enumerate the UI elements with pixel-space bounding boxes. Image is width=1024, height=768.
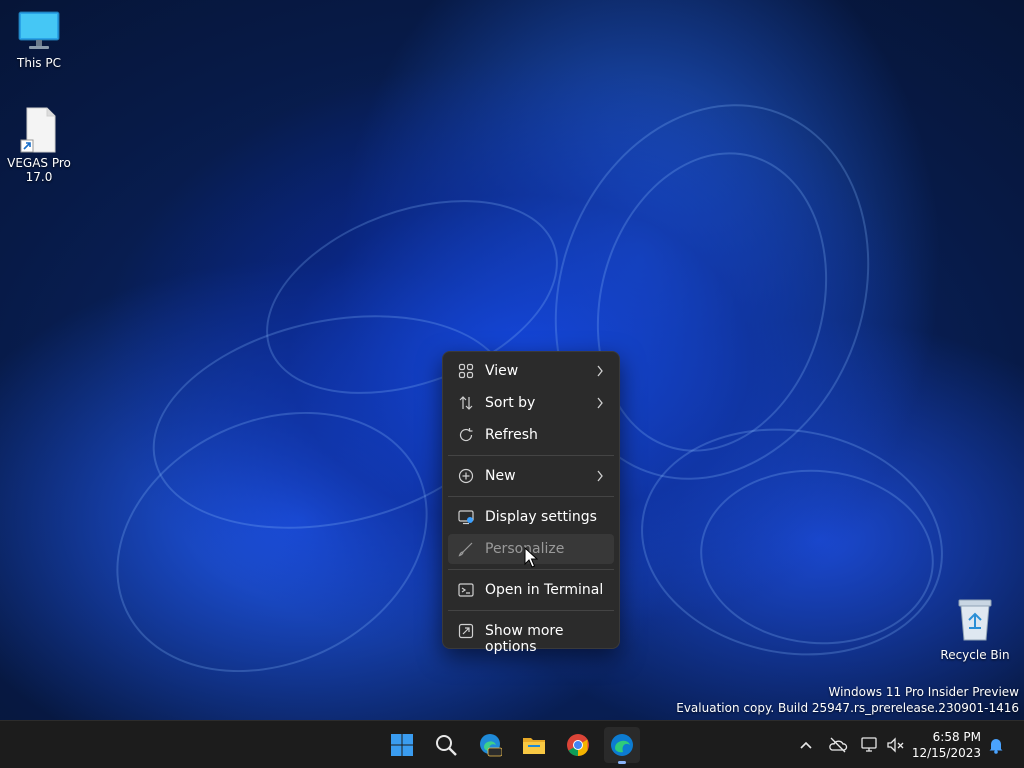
watermark-line-1: Windows 11 Pro Insider Preview (828, 685, 1019, 699)
desktop-icon-label: VEGAS Pro 17.0 (7, 156, 71, 184)
display-settings-icon (458, 510, 474, 525)
taskbar-clock[interactable]: 6:58 PM 12/15/2023 (912, 729, 981, 761)
desktop-context-menu: View Sort by Refresh New Display setting… (442, 351, 620, 655)
search-icon (436, 735, 457, 756)
desktop-icon-label: Recycle Bin (940, 648, 1010, 662)
chevron-right-icon (597, 365, 603, 377)
windows-start-icon (391, 734, 413, 756)
notification-bell-icon[interactable] (986, 735, 1006, 755)
onedrive-offline-icon[interactable] (828, 735, 848, 755)
taskbar: 6:58 PM 12/15/2023 (0, 720, 1024, 768)
active-app-indicator (618, 761, 626, 764)
start-button[interactable] (384, 727, 420, 763)
volume-muted-icon[interactable] (886, 735, 906, 755)
refresh-icon (459, 428, 473, 442)
menu-item-label: Show more options (485, 623, 564, 655)
menu-item-label: Sort by (485, 395, 536, 411)
menu-separator (448, 455, 614, 456)
menu-item-label: New (485, 468, 516, 484)
sort-icon (459, 396, 473, 410)
menu-item-sort-by[interactable]: Sort by (448, 388, 614, 418)
terminal-icon (458, 583, 474, 597)
watermark-line-2: Evaluation copy. Build 25947.rs_prerelea… (676, 701, 1019, 715)
mouse-cursor-icon (524, 547, 538, 568)
menu-item-view[interactable]: View (448, 356, 614, 386)
menu-item-display-settings[interactable]: Display settings (448, 502, 614, 532)
desktop-icon-this-pc[interactable]: This PC (3, 10, 75, 70)
recycle-bin-icon (958, 599, 992, 641)
menu-separator (448, 569, 614, 570)
clock-time: 6:58 PM (932, 730, 981, 744)
brush-icon (458, 542, 473, 557)
menu-item-refresh[interactable]: Refresh (448, 420, 614, 450)
evaluation-watermark: Windows 11 Pro Insider Preview Evaluatio… (676, 684, 1019, 716)
menu-item-show-more-options[interactable]: Show more options (448, 616, 614, 655)
plus-circle-icon (458, 468, 474, 484)
monitor-icon (18, 11, 60, 49)
folder-icon (523, 738, 545, 754)
taskbar-app-file-explorer[interactable] (516, 727, 552, 763)
chrome-icon (567, 734, 589, 756)
menu-separator (448, 496, 614, 497)
menu-item-label: Open in Terminal (485, 582, 604, 598)
desktop-icon-recycle-bin[interactable]: Recycle Bin (939, 598, 1011, 662)
desktop-wallpaper[interactable]: This PC VEGAS Pro 17.0 Recycle Bin Windo… (0, 0, 1024, 720)
open-external-icon (458, 623, 474, 639)
taskbar-app-edge-canary[interactable] (472, 727, 508, 763)
file-shortcut-icon (20, 107, 56, 153)
chevron-right-icon (597, 470, 603, 482)
desktop-icon-label: This PC (17, 56, 61, 70)
grid-icon (458, 363, 474, 379)
menu-item-label: Display settings (485, 509, 597, 525)
chevron-right-icon (597, 397, 603, 409)
taskbar-app-edge[interactable] (604, 727, 640, 764)
menu-item-open-in-terminal[interactable]: Open in Terminal (448, 575, 614, 605)
menu-item-label: Refresh (485, 427, 538, 443)
desktop-icon-vegas-pro[interactable]: VEGAS Pro 17.0 (3, 106, 75, 184)
menu-separator (448, 610, 614, 611)
taskbar-app-chrome[interactable] (560, 727, 596, 763)
chevron-up-icon[interactable] (796, 735, 816, 755)
menu-item-new[interactable]: New (448, 461, 614, 491)
menu-item-label: View (485, 363, 519, 379)
search-button[interactable] (428, 727, 464, 763)
edge-icon (611, 734, 633, 756)
clock-date: 12/15/2023 (911, 746, 981, 760)
edge-pre-icon (480, 734, 502, 757)
network-icon[interactable] (860, 735, 880, 755)
